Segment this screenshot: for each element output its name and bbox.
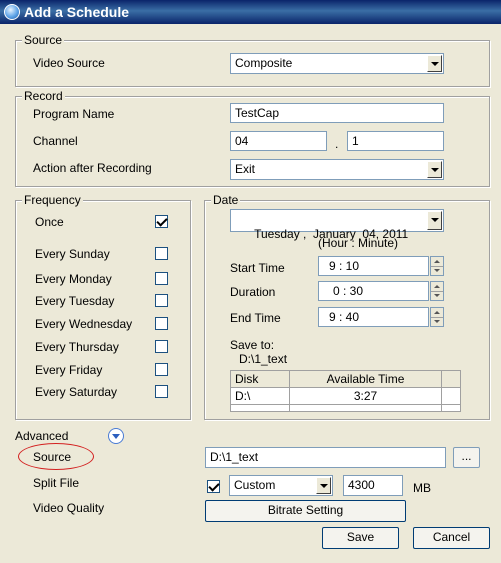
action-after-recording-select[interactable]: Exit [230,159,444,180]
disk-column-header[interactable]: Disk [230,370,290,388]
duration-input[interactable]: 0 : 30 [318,281,429,301]
advanced-source-label: Source [33,450,72,464]
advanced-source-path-input[interactable]: D:\1_text [205,447,446,468]
start-time-label: Start Time [230,261,285,275]
split-mode-select[interactable]: Custom [229,475,333,496]
end-time-spinner[interactable] [430,307,444,327]
source-group-label: Source [22,33,65,47]
available-time-column-header[interactable]: Available Time [289,370,442,388]
table-empty-cell [289,404,442,412]
table-row[interactable]: D:\ 3:27 [230,387,461,405]
frequency-wednesday-label: Every Wednesday [35,317,133,331]
channel-label: Channel [33,134,78,148]
table-empty-cell [441,404,461,412]
table-row-filler [441,387,461,405]
video-source-label: Video Source [33,56,105,70]
video-source-value: Composite [235,56,293,70]
frequency-friday-label: Every Friday [35,363,103,377]
action-after-recording-label: Action after Recording [33,161,152,175]
duration-spinner[interactable] [430,281,444,301]
frequency-wednesday-checkbox[interactable] [155,317,168,330]
end-time-label: End Time [230,311,281,325]
save-to-label: Save to: [230,338,275,352]
frequency-tuesday-checkbox[interactable] [155,294,168,307]
split-size-unit: MB [413,481,431,495]
channel-separator: . [335,137,339,151]
start-time-input[interactable]: 9 : 10 [318,256,429,276]
frequency-sunday-checkbox[interactable] [155,247,168,260]
spin-down-icon[interactable] [431,291,443,300]
disk-cell: D:\ [230,387,290,405]
spin-down-icon[interactable] [431,317,443,326]
cancel-button[interactable]: Cancel [413,527,490,549]
spin-down-icon[interactable] [431,266,443,275]
save-to-path: D:\1_text [239,352,288,366]
frequency-monday-label: Every Monday [35,272,112,286]
video-quality-label: Video Quality [33,501,105,515]
table-empty-cell [230,404,290,412]
frequency-thursday-label: Every Thursday [35,340,119,354]
frequency-sunday-label: Every Sunday [35,247,110,261]
disk-table-header: Disk Available Time [230,370,461,388]
advanced-label: Advanced [15,429,69,443]
available-time-cell: 3:27 [289,387,442,405]
title-bar[interactable]: Add a Schedule [0,0,501,24]
split-mode-value: Custom [234,478,276,492]
frequency-tuesday-label: Every Tuesday [35,294,115,308]
frequency-friday-checkbox[interactable] [155,363,168,376]
action-after-recording-value: Exit [235,162,256,176]
time-format-hint: (Hour : Minute) [318,236,399,250]
save-button[interactable]: Save [322,527,399,549]
program-name-label: Program Name [33,107,115,121]
chevron-down-icon[interactable] [427,211,442,230]
add-schedule-dialog: Add a Schedule Source Video Source Compo… [0,0,501,563]
channel-minor-input[interactable]: 1 [347,131,444,151]
frequency-once-checkbox[interactable] [155,215,168,228]
browse-button[interactable]: ... [453,447,480,468]
frequency-saturday-checkbox[interactable] [155,385,168,398]
frequency-monday-checkbox[interactable] [155,272,168,285]
frequency-thursday-checkbox[interactable] [155,340,168,353]
table-header-filler [441,370,461,388]
program-name-input[interactable]: TestCap [230,103,444,123]
split-file-checkbox[interactable] [207,480,220,493]
table-empty-row [230,404,461,412]
chevron-down-icon[interactable] [427,161,442,178]
split-size-input[interactable]: 4300 [343,475,403,496]
chevron-down-icon[interactable] [427,55,442,72]
bitrate-setting-button[interactable]: Bitrate Setting [205,500,406,522]
duration-label: Duration [230,285,276,299]
app-icon [4,4,20,20]
frequency-once-label: Once [35,215,64,229]
start-time-spinner[interactable] [430,256,444,276]
split-file-label: Split File [33,476,80,490]
window-title: Add a Schedule [24,4,130,20]
frequency-saturday-label: Every Saturday [35,385,118,399]
date-group-label: Date [211,193,241,207]
record-group-label: Record [22,89,65,103]
end-time-input[interactable]: 9 : 40 [318,307,429,327]
frequency-group-label: Frequency [22,193,83,207]
date-picker[interactable]: Tuesday , January 04, 2011 [230,209,444,241]
video-source-select[interactable]: Composite [230,53,444,74]
disk-table: Disk Available Time D:\ 3:27 [230,370,461,412]
expand-advanced-icon[interactable] [108,428,124,444]
channel-major-input[interactable]: 04 [230,131,327,151]
chevron-down-icon[interactable] [316,477,331,494]
